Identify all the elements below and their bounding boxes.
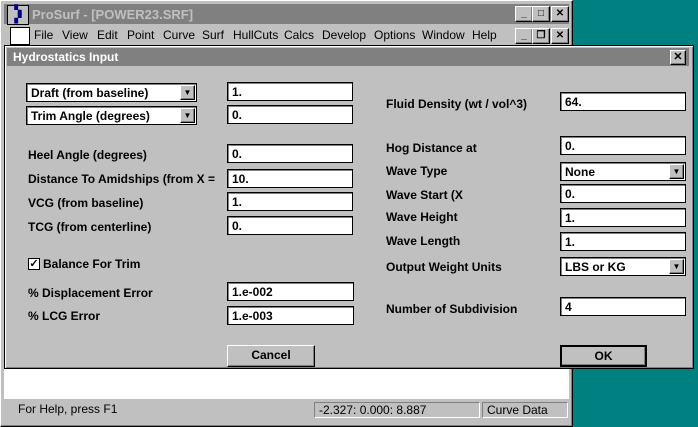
- ok-button[interactable]: OK: [560, 345, 647, 367]
- tcg-label: TCG (from centerline): [28, 220, 152, 234]
- menu-window[interactable]: Window: [422, 28, 465, 42]
- subdivision-label: Number of Subdivision: [386, 302, 518, 316]
- wave-type-label: Wave Type: [386, 164, 448, 178]
- heel-angle-label: Heel Angle (degrees): [28, 148, 147, 162]
- hydrostatics-dialog: Hydrostatics Input ✕ Draft (from baselin…: [4, 45, 694, 369]
- menu-point[interactable]: Point: [127, 28, 154, 42]
- dropdown-arrow-icon[interactable]: ▼: [669, 259, 684, 274]
- doc-restore-button[interactable]: ❐: [532, 28, 550, 44]
- maximize-button[interactable]: □: [532, 6, 550, 22]
- status-help: For Help, press F1: [18, 402, 118, 416]
- amidships-label: Distance To Amidships (from X =: [28, 172, 216, 186]
- close-button[interactable]: ✕: [551, 6, 569, 22]
- app-title: ProSurf - [POWER23.SRF]: [32, 7, 194, 22]
- draft-combo-text: Draft (from baseline): [31, 86, 149, 100]
- cancel-button[interactable]: Cancel: [227, 345, 315, 367]
- hog-distance-label: Hog Distance at: [386, 141, 477, 155]
- app-workspace[interactable]: [4, 368, 569, 399]
- app-titlebar[interactable]: ▚ ▞ ProSurf - [POWER23.SRF] _ □ ✕: [4, 4, 569, 25]
- tcg-input[interactable]: 0.: [227, 216, 353, 235]
- status-mode: Curve Data: [482, 402, 568, 418]
- lcg-error-input[interactable]: 1.e-003: [227, 306, 354, 325]
- status-bar: For Help, press F1 -2.327: 0.000: 8.887 …: [4, 399, 569, 423]
- fluid-density-label: Fluid Density (wt / vol^3): [386, 97, 528, 111]
- document-icon[interactable]: [10, 27, 30, 45]
- status-coordinates: -2.327: 0.000: 8.887: [314, 402, 480, 418]
- amidships-input[interactable]: 10.: [227, 169, 353, 188]
- wave-type-combo[interactable]: None ▼: [560, 162, 686, 181]
- trim-combo[interactable]: Trim Angle (degrees) ▼: [26, 106, 197, 125]
- displacement-error-input[interactable]: 1.e-002: [227, 282, 354, 301]
- menu-hullcuts[interactable]: HullCuts: [233, 28, 278, 42]
- trim-value-input[interactable]: 0.: [227, 105, 353, 124]
- menu-edit[interactable]: Edit: [97, 28, 118, 42]
- wave-length-label: Wave Length: [386, 234, 461, 248]
- trim-combo-text: Trim Angle (degrees): [31, 109, 150, 123]
- vcg-input[interactable]: 1.: [227, 192, 353, 211]
- menu-develop[interactable]: Develop: [322, 28, 366, 42]
- menu-file[interactable]: File: [34, 28, 53, 42]
- dropdown-arrow-icon[interactable]: ▼: [180, 85, 195, 100]
- output-weight-units-combo-text: LBS or KG: [565, 260, 626, 274]
- subdivision-input[interactable]: 4: [560, 297, 686, 316]
- dialog-close-button[interactable]: ✕: [670, 50, 686, 65]
- dropdown-arrow-icon[interactable]: ▼: [180, 108, 195, 123]
- wave-height-label: Wave Height: [386, 210, 458, 224]
- minimize-button[interactable]: _: [515, 6, 533, 22]
- vcg-label: VCG (from baseline): [28, 196, 144, 210]
- wave-height-input[interactable]: 1.: [560, 208, 686, 227]
- menu-surf[interactable]: Surf: [202, 28, 224, 42]
- output-weight-units-label: Output Weight Units: [386, 260, 502, 274]
- wave-start-label: Wave Start (X: [386, 188, 463, 202]
- hog-distance-input[interactable]: 0.: [560, 136, 686, 155]
- output-weight-units-combo[interactable]: LBS or KG ▼: [560, 257, 686, 276]
- draft-value-input[interactable]: 1.: [227, 82, 353, 101]
- wave-start-input[interactable]: 0.: [560, 184, 686, 203]
- doc-minimize-button[interactable]: _: [515, 28, 533, 44]
- prosurf-app-icon[interactable]: ▚ ▞: [7, 5, 29, 25]
- menu-options[interactable]: Options: [374, 28, 415, 42]
- balance-for-trim-checkbox[interactable]: ✓: [28, 258, 40, 270]
- menu-calcs[interactable]: Calcs: [284, 28, 314, 42]
- wave-length-input[interactable]: 1.: [560, 232, 686, 251]
- displacement-error-label: % Displacement Error: [28, 286, 153, 300]
- doc-close-button[interactable]: ✕: [551, 28, 569, 44]
- lcg-error-label: % LCG Error: [28, 309, 101, 323]
- balance-for-trim-label[interactable]: Balance For Trim: [43, 257, 140, 271]
- menu-curve[interactable]: Curve: [163, 28, 195, 42]
- menu-help[interactable]: Help: [472, 28, 497, 42]
- dialog-title: Hydrostatics Input: [13, 50, 119, 64]
- heel-angle-input[interactable]: 0.: [227, 144, 353, 163]
- dialog-titlebar[interactable]: Hydrostatics Input ✕: [7, 48, 689, 66]
- dropdown-arrow-icon[interactable]: ▼: [669, 164, 684, 179]
- draft-combo[interactable]: Draft (from baseline) ▼: [26, 83, 197, 102]
- menu-bar: File View Edit Point Curve Surf HullCuts…: [4, 25, 569, 45]
- fluid-density-input[interactable]: 64.: [560, 92, 686, 111]
- wave-type-combo-text: None: [565, 165, 595, 179]
- menu-view[interactable]: View: [62, 28, 88, 42]
